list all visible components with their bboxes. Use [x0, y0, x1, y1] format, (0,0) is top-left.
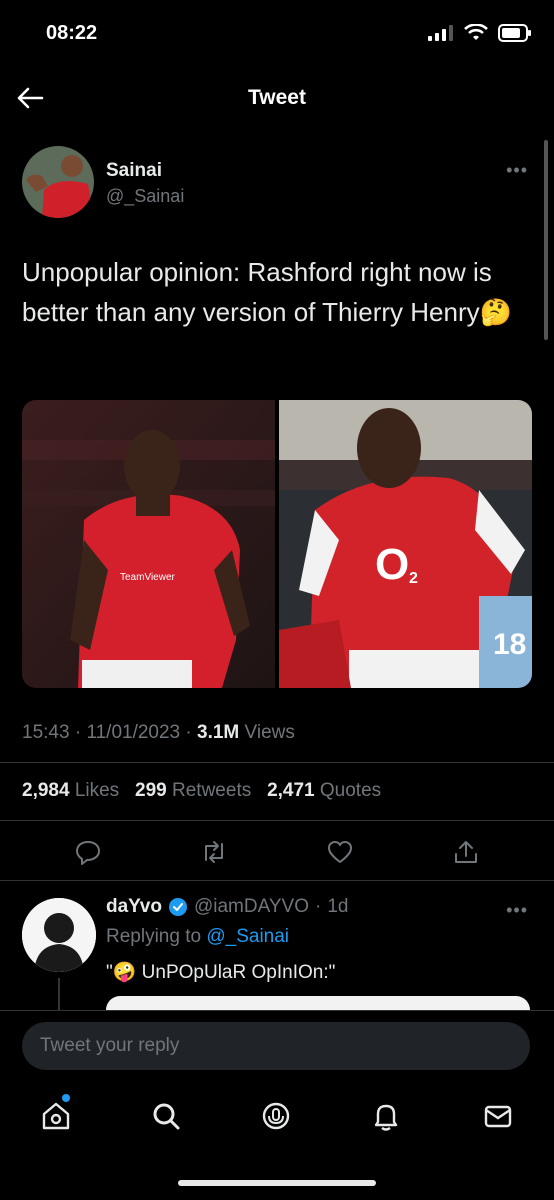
likes-count: 2,984	[22, 780, 70, 801]
page-title: Tweet	[248, 86, 306, 109]
reply-author-handle[interactable]: @iamDAYVO	[194, 896, 309, 918]
battery-icon	[498, 24, 531, 42]
retweets-count: 299	[135, 780, 167, 801]
replying-to-link[interactable]: @_Sainai	[206, 926, 289, 947]
reply-icon[interactable]	[74, 838, 102, 866]
author-handle[interactable]: @_Sainai	[106, 186, 184, 207]
likes-stat[interactable]: 2,984 Likes	[22, 780, 119, 801]
divider	[0, 762, 554, 763]
divider	[0, 880, 554, 881]
home-indicator	[178, 1180, 376, 1186]
reply-composer-input[interactable]: Tweet your reply	[22, 1022, 530, 1070]
reply-author-avatar[interactable]	[22, 898, 96, 972]
replying-to: Replying to @_Sainai	[106, 926, 289, 948]
quotes-stat[interactable]: 2,471 Quotes	[267, 780, 381, 801]
status-icons	[428, 24, 532, 42]
author-avatar[interactable]	[22, 146, 94, 218]
home-icon[interactable]	[40, 1100, 72, 1132]
notification-dot	[62, 1094, 70, 1102]
tweet-date: 11/01/2023	[86, 722, 181, 743]
signal-icon	[428, 25, 453, 41]
tweet-meta: 15:43 · 11/01/2023 · 3.1M Views	[22, 722, 295, 743]
sponsor-text-right-sub: 2	[409, 570, 418, 587]
messages-icon[interactable]	[482, 1100, 514, 1132]
reply-more-options-icon[interactable]: •••	[506, 900, 528, 921]
media-photo-left[interactable]: TeamViewer	[22, 400, 275, 688]
notifications-icon[interactable]	[370, 1100, 402, 1132]
divider	[0, 820, 554, 821]
media-photo-right[interactable]: O 2 18	[279, 400, 532, 688]
tweet-text: Unpopular opinion: Rashford right now is…	[22, 257, 513, 327]
retweets-stat[interactable]: 299 Retweets	[135, 780, 251, 801]
sponsor-text-right: O	[375, 540, 410, 589]
quotes-label: Quotes	[319, 780, 382, 801]
reply-avatar-image	[22, 898, 96, 972]
reply-header: daYvo @iamDAYVO · 1d	[106, 896, 349, 918]
photo-rashford	[22, 400, 275, 688]
share-icon[interactable]	[452, 838, 480, 866]
views-count: 3.1M	[197, 722, 240, 743]
quotes-count: 2,471	[267, 780, 315, 801]
retweets-label: Retweets	[172, 780, 252, 801]
likes-label: Likes	[74, 780, 120, 801]
divider	[0, 1010, 554, 1011]
spaces-icon[interactable]	[260, 1100, 292, 1132]
author-avatar-image	[22, 146, 94, 218]
retweet-icon[interactable]	[200, 838, 228, 866]
status-time: 08:22	[46, 22, 98, 44]
like-icon[interactable]	[326, 838, 354, 866]
verified-badge-icon	[168, 898, 187, 916]
jersey-number: 18	[493, 628, 527, 661]
tweet-time: 15:43	[22, 722, 70, 743]
search-icon[interactable]	[150, 1100, 182, 1132]
reply-age: 1d	[327, 896, 349, 917]
scrollbar[interactable]	[544, 140, 548, 340]
author-name[interactable]: Sainai	[106, 160, 162, 182]
tweet-stats: 2,984 Likes 299 Retweets 2,471 Quotes	[22, 780, 381, 802]
replying-prefix: Replying to	[106, 926, 202, 947]
reply-text: "🤪 UnPOpUlaR OpInIOn:"	[106, 962, 336, 983]
tweet-media[interactable]: TeamViewer O 2 18	[22, 400, 532, 688]
views-label: Views	[244, 722, 295, 743]
sponsor-text-left: TeamViewer	[120, 572, 175, 583]
reply-author-name[interactable]: daYvo	[106, 896, 162, 918]
more-options-icon[interactable]: •••	[506, 160, 528, 181]
wifi-icon	[464, 24, 488, 40]
